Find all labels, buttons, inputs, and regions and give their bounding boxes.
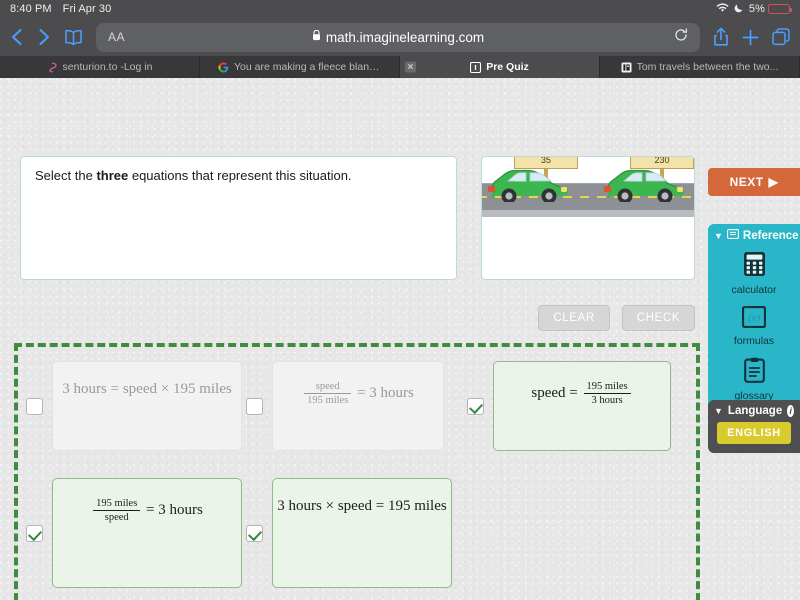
formulas-icon: (x)	[741, 305, 767, 332]
language-panel: ▼ Language i ENGLISH	[708, 400, 800, 453]
option-equation: 3 hours = speed × 195 miles	[62, 381, 232, 397]
road-shoulder	[482, 210, 694, 217]
option-checkbox[interactable]	[246, 524, 263, 542]
fraction-numerator: 195 miles	[93, 498, 141, 511]
language-panel-header[interactable]: ▼ Language i	[708, 400, 800, 422]
senturion-icon	[48, 62, 57, 72]
book-icon[interactable]	[64, 29, 83, 46]
equation-tail: = 3 hours	[146, 501, 203, 518]
wifi-icon	[716, 2, 729, 16]
tab-bar: senturion.to -Log in You are making a fl…	[0, 56, 800, 78]
url-text: math.imaginelearning.com	[325, 29, 485, 45]
answer-option-5[interactable]: 3 hours × speed = 195 miles	[246, 478, 486, 588]
fraction: 195 miles speed	[93, 498, 141, 523]
battery-icon	[768, 4, 792, 14]
illustration-card: Mile marker 35 Mile marker 230	[481, 156, 695, 280]
answer-option-3[interactable]: speed = 195 miles 3 hours	[467, 361, 697, 451]
imagine-learning-icon	[470, 61, 482, 73]
calculator-label: calculator	[731, 284, 777, 296]
next-button[interactable]: NEXT ▶	[708, 168, 800, 196]
question-prompt: Select the three equations that represen…	[21, 157, 456, 194]
option-equation: 195 miles speed = 3 hours	[91, 498, 203, 523]
reference-book-icon	[726, 229, 739, 242]
option-checkbox[interactable]	[26, 397, 43, 415]
equation-tail: = 3 hours	[357, 384, 414, 401]
answer-action-buttons: CLEAR CHECK	[538, 305, 695, 331]
fraction: speed 195 miles	[304, 381, 352, 406]
battery-percent: 5%	[748, 3, 765, 15]
prompt-emphasis: three	[96, 168, 129, 183]
tab-label: Tom travels between the two...	[636, 61, 779, 73]
option-checkbox[interactable]	[26, 524, 43, 542]
next-label: NEXT	[729, 175, 764, 189]
chevron-down-icon[interactable]: ▼	[714, 406, 723, 416]
formulas-tool[interactable]: (x) formulas	[708, 302, 800, 353]
option-checkbox[interactable]	[467, 397, 484, 415]
fraction-denominator: 3 hours	[591, 395, 623, 406]
equation-head: speed =	[531, 384, 578, 401]
text-size-button[interactable]: AA	[108, 30, 125, 44]
close-icon[interactable]: ✕	[405, 61, 416, 73]
fraction-denominator: speed	[104, 512, 129, 523]
prompt-part-2: equations that represent this situation.	[128, 168, 352, 183]
google-icon	[218, 61, 229, 73]
lock-icon	[312, 28, 321, 46]
browser-tab-3[interactable]: ✕ Pre Quiz	[400, 56, 600, 78]
quiz-page: Select the three equations that represen…	[0, 78, 800, 600]
status-time: 8:40 PM	[10, 3, 52, 15]
tab-label: senturion.to -Log in	[62, 61, 153, 73]
status-date: Fri Apr 30	[62, 3, 112, 15]
share-icon[interactable]	[713, 27, 729, 47]
formulas-label: formulas	[733, 335, 775, 347]
back-chevron-icon[interactable]	[10, 27, 24, 47]
reference-panel-header[interactable]: ▼ Reference	[708, 224, 800, 247]
option-equation: speed 195 miles = 3 hours	[302, 381, 414, 406]
glossary-clipboard-icon	[743, 357, 765, 387]
tab-label: Pre Quiz	[486, 61, 529, 73]
address-bar[interactable]: AA math.imaginelearning.com	[96, 22, 700, 52]
plus-icon[interactable]	[742, 29, 759, 46]
play-arrow-icon: ▶	[768, 175, 779, 189]
calculator-icon	[743, 252, 766, 281]
calculator-tool[interactable]: calculator	[708, 247, 800, 302]
answer-choices-zone: 3 hours = speed × 195 miles speed 195 mi…	[14, 343, 700, 600]
option-checkbox[interactable]	[246, 397, 263, 415]
fraction: 195 miles 3 hours	[583, 381, 631, 406]
fraction-numerator: 195 miles	[583, 381, 631, 394]
option-equation: speed = 195 miles 3 hours	[531, 381, 632, 406]
answer-option-4[interactable]: 195 miles speed = 3 hours	[26, 478, 266, 588]
check-button[interactable]: CHECK	[621, 305, 695, 331]
svg-text:(x): (x)	[748, 312, 761, 324]
moon-icon	[734, 3, 744, 16]
fraction-denominator: 195 miles	[307, 395, 349, 406]
language-english-button[interactable]: ENGLISH	[717, 422, 791, 444]
language-title: Language	[727, 405, 783, 417]
reference-panel: ▼ Reference calculator (x) formulas glos…	[708, 224, 800, 416]
browser-tab-2[interactable]: You are making a fleece blank...	[200, 56, 400, 78]
clear-button[interactable]: CLEAR	[538, 305, 610, 331]
ios-status-bar: 8:40 PM Fri Apr 30 5%	[0, 0, 800, 18]
option-equation: 3 hours × speed = 195 miles	[277, 498, 447, 514]
browser-tab-4[interactable]: Tom travels between the two...	[600, 56, 800, 78]
fraction-numerator: speed	[304, 381, 352, 394]
tab-label: You are making a fleece blank...	[234, 61, 381, 73]
chevron-down-icon[interactable]: ▼	[714, 231, 723, 241]
imagine-learning-icon	[621, 62, 632, 72]
tabs-icon[interactable]	[772, 28, 790, 46]
green-car-2	[604, 169, 684, 202]
forward-chevron-icon[interactable]	[37, 27, 51, 47]
browser-toolbar: AA math.imaginelearning.com	[0, 18, 800, 56]
info-icon[interactable]: i	[787, 405, 794, 417]
reference-title: Reference	[742, 229, 799, 242]
answer-option-2[interactable]: speed 195 miles = 3 hours	[246, 361, 466, 451]
green-car-1	[488, 169, 568, 202]
reload-icon[interactable]	[674, 27, 688, 47]
cars-illustration: Mile marker 35 Mile marker 230	[482, 157, 694, 223]
prompt-part-1: Select the	[35, 168, 97, 183]
question-card: Select the three equations that represen…	[20, 156, 457, 280]
browser-tab-1[interactable]: senturion.to -Log in	[0, 56, 200, 78]
answer-option-1[interactable]: 3 hours = speed × 195 miles	[26, 361, 266, 451]
